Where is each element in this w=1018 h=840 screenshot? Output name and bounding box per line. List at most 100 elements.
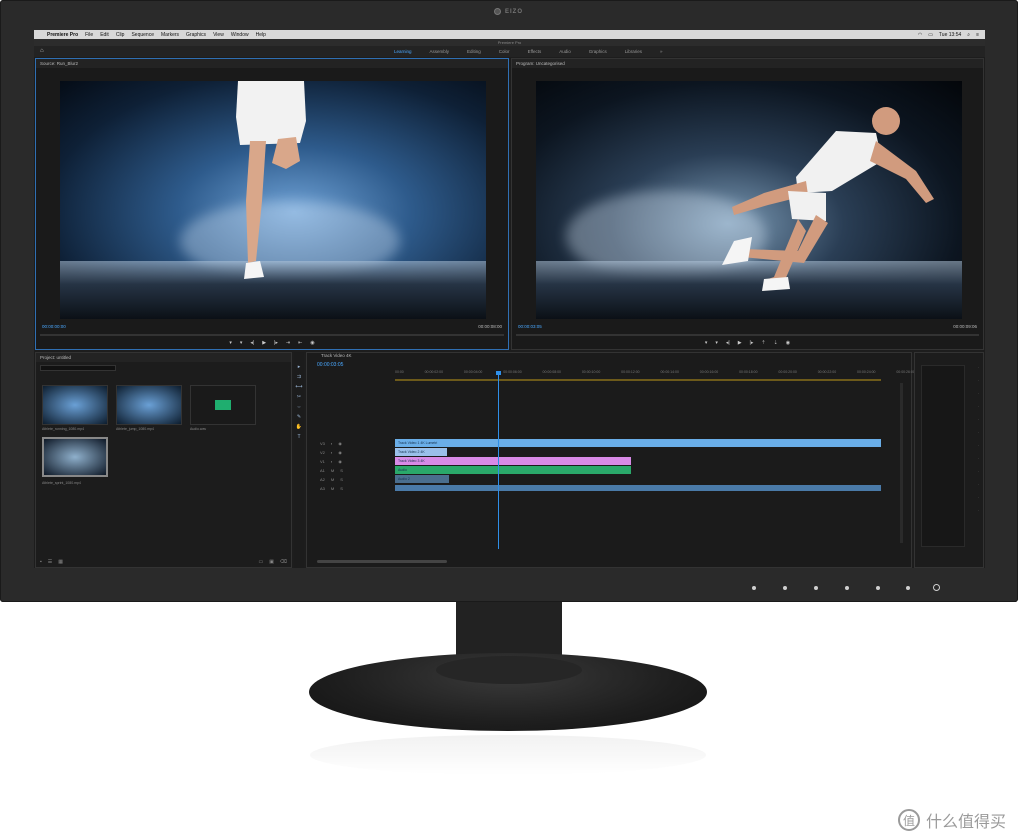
track-header[interactable]: A3 M S bbox=[317, 484, 393, 493]
workspace-tab-audio[interactable]: Audio bbox=[559, 49, 571, 54]
slip-icon[interactable]: ⇔ bbox=[297, 404, 302, 410]
hand-icon[interactable]: ✋ bbox=[296, 424, 302, 430]
play-icon[interactable]: ▶ bbox=[738, 340, 742, 346]
monitor-button[interactable] bbox=[876, 586, 880, 590]
new-item-icon[interactable]: ▣ bbox=[269, 559, 274, 565]
export-frame-icon[interactable]: ◉ bbox=[310, 340, 314, 346]
power-icon[interactable] bbox=[933, 584, 940, 591]
monitor-button[interactable] bbox=[845, 586, 849, 590]
timeline-vertical-scrollbar[interactable] bbox=[900, 383, 903, 543]
workspace-tab-editing[interactable]: Editing bbox=[467, 49, 481, 54]
program-timecode[interactable]: 00:00:03:05 bbox=[518, 324, 542, 329]
lift-icon[interactable]: ⇡ bbox=[761, 340, 765, 346]
solo-icon[interactable]: S bbox=[340, 468, 343, 473]
menu-window[interactable]: Window bbox=[231, 32, 249, 38]
program-monitor-title[interactable]: Program: Uncategorised bbox=[512, 59, 983, 68]
extract-icon[interactable]: ⇣ bbox=[774, 340, 778, 346]
lock-icon[interactable]: ▪ bbox=[331, 441, 332, 446]
timeline-clip[interactable]: Audio 2 bbox=[395, 475, 449, 483]
mark-in-icon[interactable]: ▾ bbox=[705, 340, 708, 346]
project-search-input[interactable] bbox=[40, 365, 116, 371]
export-frame-icon[interactable]: ◉ bbox=[786, 340, 790, 346]
menu-markers[interactable]: Markers bbox=[161, 32, 179, 38]
workspace-tab-effects[interactable]: Effects bbox=[528, 49, 542, 54]
track-header[interactable]: V1 ▪ ◉ bbox=[317, 457, 393, 466]
mark-out-icon[interactable]: ▾ bbox=[715, 340, 718, 346]
workspace-tab-assembly[interactable]: Assembly bbox=[430, 49, 450, 54]
menu-view[interactable]: View bbox=[213, 32, 224, 38]
project-panel-title[interactable]: Project: untitled bbox=[36, 353, 291, 362]
menu-edit[interactable]: Edit bbox=[100, 32, 109, 38]
source-video-frame[interactable] bbox=[60, 81, 486, 319]
mute-icon[interactable]: M bbox=[331, 486, 334, 491]
lock-icon[interactable]: ▪ bbox=[331, 450, 332, 455]
track-header[interactable]: V3 ▪ ◉ bbox=[317, 439, 393, 448]
new-bin-icon[interactable]: ▭ bbox=[258, 559, 263, 565]
timeline-title[interactable]: Track Video 4K bbox=[307, 353, 911, 361]
mute-icon[interactable]: M bbox=[331, 468, 334, 473]
track-header[interactable]: A1 M S bbox=[317, 466, 393, 475]
step-forward-icon[interactable]: |▸ bbox=[750, 340, 754, 346]
project-thumbnail[interactable] bbox=[116, 385, 182, 425]
monitor-button[interactable] bbox=[814, 586, 818, 590]
workspace-tab-libraries[interactable]: Libraries bbox=[625, 49, 642, 54]
mute-icon[interactable]: M bbox=[331, 477, 334, 482]
eye-icon[interactable]: ◉ bbox=[338, 459, 342, 464]
play-icon[interactable]: ▶ bbox=[262, 340, 266, 346]
source-scrubber[interactable] bbox=[40, 334, 504, 336]
work-area-bar[interactable] bbox=[395, 379, 881, 381]
pen-icon[interactable]: ✎ bbox=[297, 414, 301, 420]
mark-in-icon[interactable]: ▾ bbox=[229, 340, 232, 346]
monitor-button[interactable] bbox=[783, 586, 787, 590]
step-back-icon[interactable]: ◂| bbox=[726, 340, 730, 346]
track-header[interactable]: A2 M S bbox=[317, 475, 393, 484]
razor-icon[interactable]: ✂ bbox=[297, 394, 301, 400]
program-monitor[interactable]: Program: Uncategorised 00:00:03:05 00:00… bbox=[511, 58, 984, 350]
mark-out-icon[interactable]: ▾ bbox=[240, 340, 243, 346]
ripple-edit-icon[interactable]: ⟷ bbox=[295, 384, 302, 390]
menu-sequence[interactable]: Sequence bbox=[131, 32, 154, 38]
timeline-zoom-scrollbar[interactable] bbox=[317, 560, 447, 563]
solo-icon[interactable]: S bbox=[340, 486, 343, 491]
more-workspaces-icon[interactable]: » bbox=[660, 49, 663, 54]
eye-icon[interactable]: ◉ bbox=[338, 450, 342, 455]
list-view-icon[interactable]: ☰ bbox=[48, 559, 52, 565]
selection-tool-icon[interactable]: ▸ bbox=[298, 364, 301, 370]
monitor-button[interactable] bbox=[906, 586, 910, 590]
solo-icon[interactable]: S bbox=[340, 477, 343, 482]
home-icon[interactable]: ⌂ bbox=[40, 48, 44, 54]
menu-app-name[interactable]: Premiere Pro bbox=[47, 32, 78, 38]
project-thumbnail-selected[interactable] bbox=[42, 437, 108, 477]
source-monitor-title[interactable]: Source: Run_Blur2 bbox=[36, 59, 508, 68]
project-thumbnail[interactable] bbox=[42, 385, 108, 425]
trash-icon[interactable]: ⌫ bbox=[280, 559, 287, 565]
track-header[interactable]: V2 ▪ ◉ bbox=[317, 448, 393, 457]
workspace-tab-learning[interactable]: Learning bbox=[394, 49, 412, 54]
playhead[interactable] bbox=[498, 373, 499, 549]
source-timecode-in[interactable]: 00:00:00:00 bbox=[42, 324, 66, 329]
program-scrubber[interactable] bbox=[516, 334, 979, 336]
timeline-clip[interactable]: Track Video 1 4K Lumetri bbox=[395, 439, 881, 447]
search-icon[interactable]: ⌕ bbox=[967, 32, 970, 38]
menu-clip[interactable]: Clip bbox=[116, 32, 125, 38]
workspace-tab-graphics[interactable]: Graphics bbox=[589, 49, 607, 54]
program-video-frame[interactable] bbox=[536, 81, 962, 319]
timeline-timecode[interactable]: 00:00:03:05 bbox=[317, 362, 343, 368]
timeline-ruler[interactable]: 00:00 00:00:02:00 00:00:04:00 00:00:06:0… bbox=[395, 370, 915, 378]
track-select-icon[interactable]: ⇉ bbox=[297, 374, 301, 380]
timeline-clip[interactable] bbox=[395, 485, 881, 491]
eye-icon[interactable]: ◉ bbox=[338, 441, 342, 446]
overwrite-icon[interactable]: ⇤ bbox=[298, 340, 302, 346]
insert-icon[interactable]: ⇥ bbox=[286, 340, 290, 346]
project-thumbnail[interactable] bbox=[190, 385, 256, 425]
step-back-icon[interactable]: ◂| bbox=[250, 340, 254, 346]
menu-clock[interactable]: Tue 13:54 bbox=[939, 32, 961, 38]
list-icon[interactable]: ≡ bbox=[976, 32, 979, 38]
timeline-clip[interactable]: Track Video 2 4K bbox=[395, 448, 447, 456]
workspace-tab-color[interactable]: Color bbox=[499, 49, 510, 54]
icon-view-icon[interactable]: ▦ bbox=[58, 559, 63, 565]
timeline-clip[interactable]: Track Video 3 4K bbox=[395, 457, 631, 465]
type-icon[interactable]: T bbox=[297, 434, 300, 440]
wifi-icon[interactable]: ◠ bbox=[918, 32, 922, 38]
menu-graphics[interactable]: Graphics bbox=[186, 32, 206, 38]
